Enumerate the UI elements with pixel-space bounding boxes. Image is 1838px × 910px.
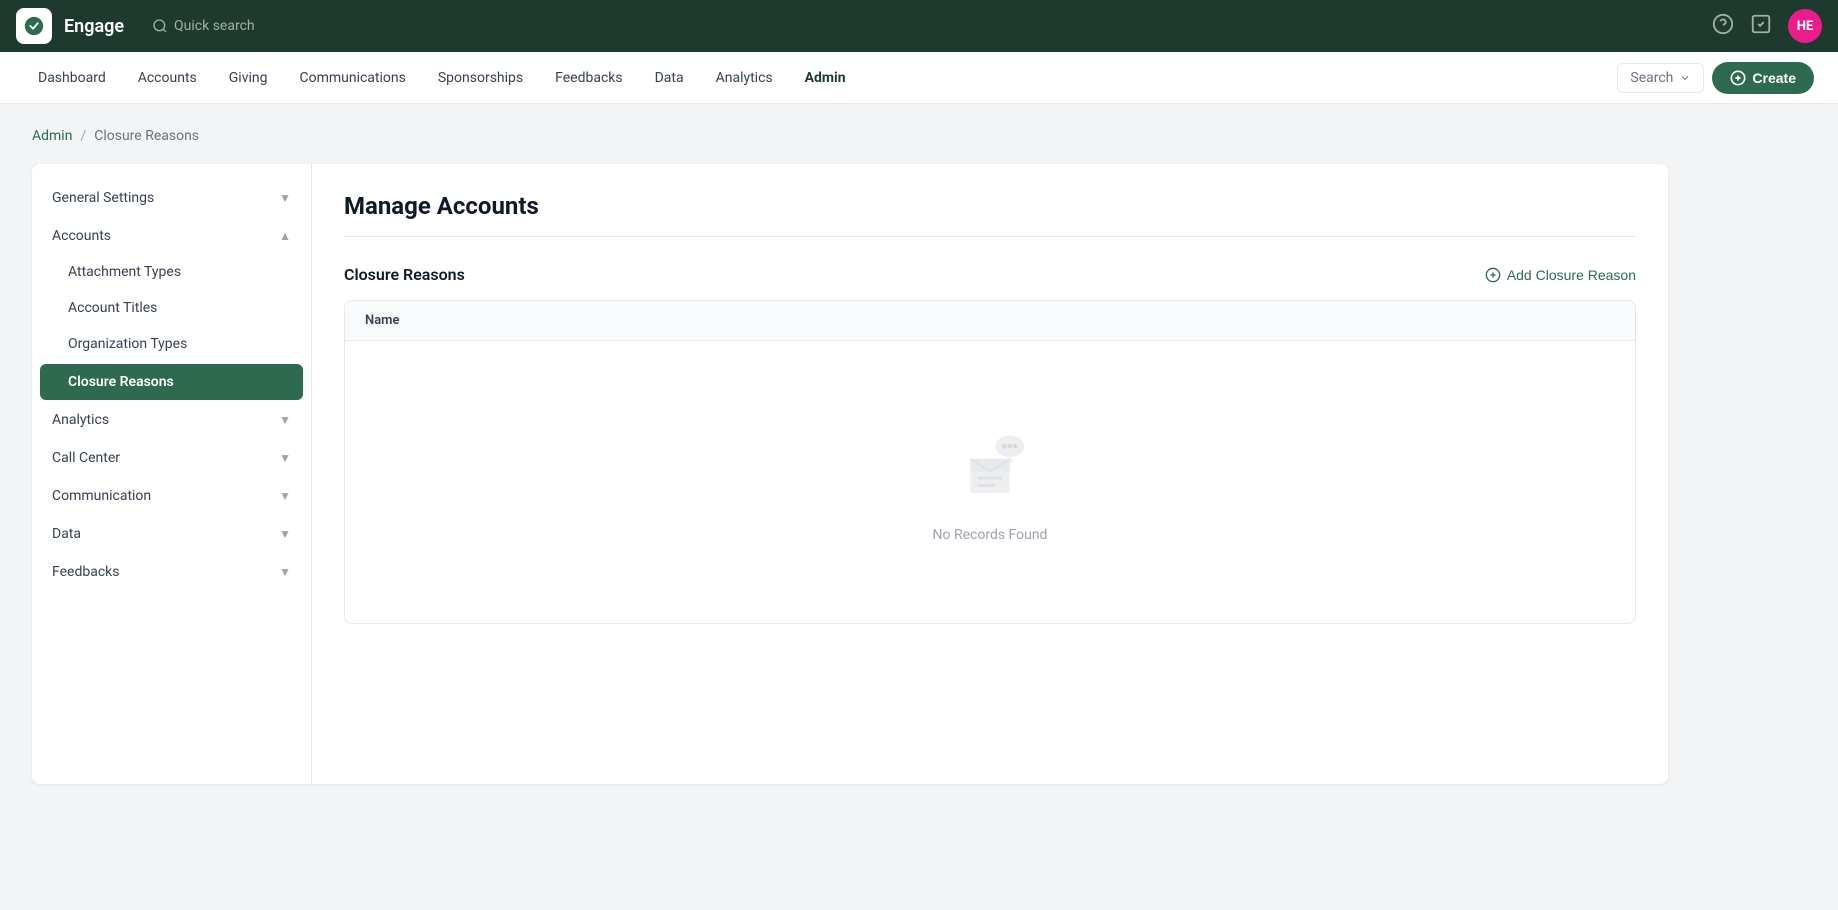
empty-state-icon — [945, 421, 1035, 511]
sidebar-group-feedbacks-label: Feedbacks — [52, 564, 119, 580]
section-title: Closure Reasons — [344, 265, 465, 284]
sidebar-group-general: General Settings ▼ — [32, 180, 311, 216]
sidebar-item-account-titles[interactable]: Account Titles — [32, 290, 311, 326]
add-button-label: Add Closure Reason — [1507, 267, 1636, 283]
nav-sponsorships[interactable]: Sponsorships — [424, 62, 537, 94]
sidebar-group-data-label: Data — [52, 526, 81, 542]
section-header: Closure Reasons Add Closure Reason — [344, 265, 1636, 284]
sidebar-group-general-settings[interactable]: General Settings ▼ — [32, 180, 311, 216]
breadcrumb-separator: / — [80, 128, 86, 144]
sidebar-group-accounts-label: Accounts — [52, 228, 111, 244]
nav-feedbacks[interactable]: Feedbacks — [541, 62, 636, 94]
tasks-icon[interactable] — [1750, 13, 1772, 39]
app-title: Engage — [64, 16, 124, 37]
sidebar-item-organization-types[interactable]: Organization Types — [32, 326, 311, 362]
sidebar-group-analytics-header[interactable]: Analytics ▼ — [32, 402, 311, 438]
nav-communications[interactable]: Communications — [285, 62, 419, 94]
user-avatar[interactable]: HE — [1788, 9, 1822, 43]
nav-search-label: Search — [1630, 70, 1673, 86]
page-container: Admin / Closure Reasons General Settings… — [0, 104, 1700, 808]
chevron-down-icon: ▼ — [279, 527, 291, 541]
chevron-down-icon — [1679, 72, 1691, 84]
sidebar-group-label: General Settings — [52, 190, 154, 206]
top-bar-right: HE — [1712, 9, 1822, 43]
nav-giving[interactable]: Giving — [215, 62, 282, 94]
sidebar-group-call-center-label: Call Center — [52, 450, 120, 466]
main-layout: General Settings ▼ Accounts ▲ Attachment… — [32, 164, 1668, 784]
nav-data[interactable]: Data — [641, 62, 698, 94]
breadcrumb-admin[interactable]: Admin — [32, 128, 72, 144]
main-nav: Dashboard Accounts Giving Communications… — [24, 62, 860, 94]
breadcrumb: Admin / Closure Reasons — [32, 128, 1668, 144]
help-icon[interactable] — [1712, 13, 1734, 39]
sidebar-item-attachment-types[interactable]: Attachment Types — [32, 254, 311, 290]
quick-search[interactable]: Quick search — [152, 18, 255, 34]
nav-dashboard[interactable]: Dashboard — [24, 62, 120, 94]
chevron-down-icon: ▼ — [279, 191, 291, 205]
sidebar-group-call-center: Call Center ▼ — [32, 440, 311, 476]
add-closure-reason-button[interactable]: Add Closure Reason — [1485, 267, 1636, 283]
quick-search-label: Quick search — [174, 18, 255, 34]
sidebar-group-accounts-header[interactable]: Accounts ▲ — [32, 218, 311, 254]
sidebar-group-accounts: Accounts ▲ Attachment Types Account Titl… — [32, 218, 311, 400]
sidebar-group-analytics-label: Analytics — [52, 412, 109, 428]
sidebar-group-feedbacks-header[interactable]: Feedbacks ▼ — [32, 554, 311, 590]
chevron-down-icon: ▼ — [279, 413, 291, 427]
sidebar-group-communication: Communication ▼ — [32, 478, 311, 514]
sidebar-group-data-header[interactable]: Data ▼ — [32, 516, 311, 552]
nav-bar: Dashboard Accounts Giving Communications… — [0, 52, 1838, 104]
sidebar-group-data: Data ▼ — [32, 516, 311, 552]
chevron-down-icon: ▼ — [279, 565, 291, 579]
sidebar: General Settings ▼ Accounts ▲ Attachment… — [32, 164, 312, 784]
sidebar-group-analytics: Analytics ▼ — [32, 402, 311, 438]
content-area: Manage Accounts Closure Reasons Add Clos… — [312, 164, 1668, 784]
sidebar-group-feedbacks: Feedbacks ▼ — [32, 554, 311, 590]
page-title: Manage Accounts — [344, 192, 1636, 237]
create-label: Create — [1752, 70, 1796, 86]
table-header-name: Name — [345, 301, 1635, 341]
sidebar-group-communication-label: Communication — [52, 488, 151, 504]
sidebar-group-communication-header[interactable]: Communication ▼ — [32, 478, 311, 514]
nav-right: Search Create — [1617, 62, 1814, 94]
closure-reasons-table: Name — [344, 300, 1636, 624]
app-logo[interactable] — [16, 8, 52, 44]
nav-analytics[interactable]: Analytics — [702, 62, 787, 94]
nav-admin[interactable]: Admin — [791, 62, 860, 94]
empty-state: No Records Found — [345, 341, 1635, 623]
sidebar-item-closure-reasons[interactable]: Closure Reasons — [40, 364, 303, 400]
empty-state-text: No Records Found — [933, 527, 1048, 543]
sidebar-group-call-center-header[interactable]: Call Center ▼ — [32, 440, 311, 476]
plus-circle-icon — [1485, 267, 1501, 283]
chevron-down-icon: ▼ — [279, 489, 291, 503]
breadcrumb-current: Closure Reasons — [94, 128, 199, 144]
search-icon — [152, 18, 168, 34]
create-button[interactable]: Create — [1712, 62, 1814, 94]
chevron-down-icon: ▼ — [279, 451, 291, 465]
top-bar: Engage Quick search HE — [0, 0, 1838, 52]
nav-accounts[interactable]: Accounts — [124, 62, 211, 94]
nav-search[interactable]: Search — [1617, 63, 1704, 93]
plus-icon — [1730, 70, 1746, 86]
chevron-up-icon: ▲ — [279, 229, 291, 243]
